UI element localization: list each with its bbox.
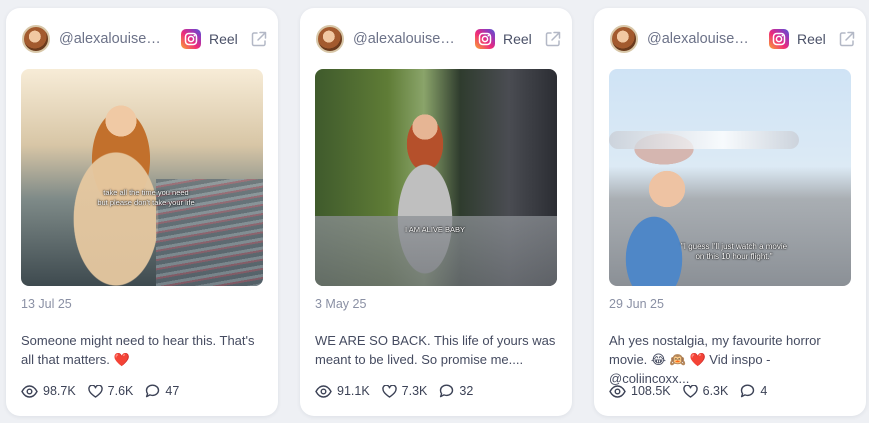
views-count: 108.5K: [631, 384, 671, 398]
post-emoji: ❤️: [113, 352, 130, 367]
post-date: 13 Jul 25: [21, 297, 72, 311]
views-stat: 108.5K: [609, 384, 671, 398]
instagram-icon: [475, 29, 495, 49]
video-caption: take all the time you need but please do…: [71, 188, 221, 208]
post-type-label: Reel: [503, 31, 532, 47]
heart-icon: [87, 384, 103, 398]
video-caption-line: I AM ALIVE BABY: [404, 225, 466, 234]
comments-stat: 4: [740, 384, 767, 398]
account-handle[interactable]: @alexalouisewill...: [59, 31, 171, 47]
post-thumbnail[interactable]: take all the time you need but please do…: [21, 69, 263, 286]
comment-icon: [440, 384, 454, 398]
video-caption-line: take all the time you need but please do…: [97, 188, 195, 207]
post-text-body: Ah yes nostalgia, my favourite horror mo…: [609, 333, 821, 386]
comment-icon: [741, 384, 755, 398]
post-thumbnail[interactable]: I AM ALIVE BABY: [315, 69, 557, 286]
views-stat: 91.1K: [315, 384, 370, 398]
instagram-icon: [181, 29, 201, 49]
comment-icon: [146, 384, 160, 398]
post-type-label: Reel: [797, 31, 826, 47]
external-link-icon[interactable]: [544, 30, 562, 48]
external-link-icon[interactable]: [250, 30, 268, 48]
video-caption-line: "I guess I'll just watch a movie on this…: [680, 242, 788, 261]
likes-count: 7.6K: [107, 384, 134, 398]
account-handle[interactable]: @alexalouisewill...: [353, 31, 465, 47]
post-text: Ah yes nostalgia, my favourite horror mo…: [609, 331, 853, 388]
heart-icon: [682, 384, 698, 398]
views-stat: 98.7K: [21, 384, 76, 398]
comments-count: 32: [459, 384, 474, 398]
card-header: @alexalouisewill... Reel: [316, 24, 561, 54]
post-card[interactable]: @alexalouisewill... Reel take all the ti…: [6, 8, 278, 416]
post-text-body: WE ARE SO BACK. This life of yours was m…: [315, 333, 556, 367]
likes-stat: 7.6K: [87, 384, 134, 398]
external-link-icon[interactable]: [838, 30, 856, 48]
account-handle[interactable]: @alexalouisewill...: [647, 31, 759, 47]
likes-stat: 7.3K: [381, 384, 428, 398]
eye-icon: [315, 384, 332, 398]
views-count: 91.1K: [337, 384, 370, 398]
post-stats: 108.5K 6.3K 4: [609, 384, 779, 398]
post-text: Someone might need to hear this. That's …: [21, 331, 265, 369]
post-thumbnail[interactable]: "I guess I'll just watch a movie on this…: [609, 69, 851, 286]
post-text: WE ARE SO BACK. This life of yours was m…: [315, 331, 559, 369]
post-stats: 98.7K 7.6K 47: [21, 384, 191, 398]
post-card[interactable]: @alexalouisewill... Reel I AM ALIVE BABY…: [300, 8, 572, 416]
eye-icon: [21, 384, 38, 398]
views-count: 98.7K: [43, 384, 76, 398]
instagram-icon: [769, 29, 789, 49]
card-header: @alexalouisewill... Reel: [22, 24, 267, 54]
post-date: 3 May 25: [315, 297, 367, 311]
avatar[interactable]: [22, 25, 50, 53]
post-text-body: Someone might need to hear this. That's …: [21, 333, 255, 367]
post-date: 29 Jun 25: [609, 297, 664, 311]
post-stats: 91.1K 7.3K 32: [315, 384, 485, 398]
likes-stat: 6.3K: [682, 384, 729, 398]
eye-icon: [609, 384, 626, 398]
comments-count: 47: [165, 384, 180, 398]
video-caption: "I guess I'll just watch a movie on this…: [644, 242, 824, 262]
likes-count: 6.3K: [702, 384, 729, 398]
comments-count: 4: [760, 384, 768, 398]
likes-count: 7.3K: [401, 384, 428, 398]
video-caption: I AM ALIVE BABY: [375, 225, 495, 235]
heart-icon: [381, 384, 397, 398]
comments-stat: 32: [439, 384, 473, 398]
post-card[interactable]: @alexalouisewill... Reel "I guess I'll j…: [594, 8, 866, 416]
avatar[interactable]: [316, 25, 344, 53]
post-type-label: Reel: [209, 31, 238, 47]
avatar[interactable]: [610, 25, 638, 53]
card-header: @alexalouisewill... Reel: [610, 24, 855, 54]
comments-stat: 47: [145, 384, 179, 398]
